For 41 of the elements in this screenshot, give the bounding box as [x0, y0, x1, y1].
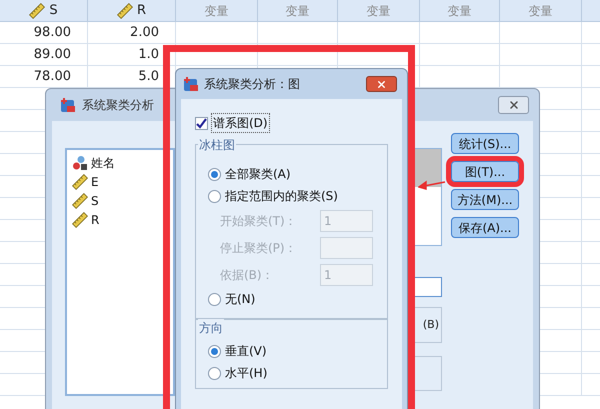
app-icon	[183, 76, 199, 92]
field-label: 开始聚类(T)：	[220, 212, 297, 230]
table-cell: 98.00	[0, 22, 88, 44]
radio-label: 无(N)	[225, 291, 256, 308]
variable-item[interactable]: R	[72, 210, 173, 229]
field-label: 停止聚类(P)：	[220, 240, 297, 256]
radio-button[interactable]	[208, 168, 221, 180]
table-cell: 89.00	[0, 44, 88, 66]
table-cell: 1.0	[88, 44, 176, 66]
annotation-arrow	[418, 180, 446, 190]
dialog-button[interactable]: 统计(S)...	[451, 133, 519, 154]
checkbox-label: 谱系图(D)	[211, 113, 270, 133]
radio-label: 垂直(V)	[225, 343, 267, 360]
variable-item[interactable]: E	[72, 172, 173, 191]
app-icon	[60, 97, 76, 113]
table-cell: 2.00	[88, 22, 176, 44]
close-icon	[508, 99, 520, 111]
radio-button[interactable]	[208, 190, 221, 202]
column-header[interactable]: R	[88, 0, 176, 22]
variable-item[interactable]: 姓名	[72, 153, 173, 172]
window-title: 系统聚类分析	[82, 97, 154, 114]
radio-button[interactable]	[208, 292, 221, 306]
column-header	[582, 0, 600, 22]
nominal-variable-icon	[72, 154, 88, 170]
field-label: 依据(B)：	[220, 266, 274, 284]
close-button[interactable]	[366, 76, 397, 92]
checkbox[interactable]	[195, 116, 208, 130]
variable-item[interactable]: S	[72, 191, 173, 210]
close-button[interactable]	[498, 96, 529, 114]
radio-label: 水平(H)	[225, 365, 268, 382]
radio-button[interactable]	[208, 344, 221, 358]
column-header[interactable]: S	[0, 0, 88, 22]
option-label: (B)	[422, 316, 439, 333]
input-field[interactable]	[320, 236, 373, 258]
radio-label: 指定范围内的聚类(S)	[225, 188, 338, 205]
dialog-button[interactable]: 保存(A)...	[451, 217, 519, 238]
window-title: 系统聚类分析：图	[204, 76, 300, 93]
radio-label: 全部聚类(A)	[225, 166, 291, 183]
radio-button[interactable]	[208, 366, 221, 380]
close-icon	[376, 78, 387, 90]
dialog-button[interactable]: 方法(M)...	[451, 189, 519, 210]
